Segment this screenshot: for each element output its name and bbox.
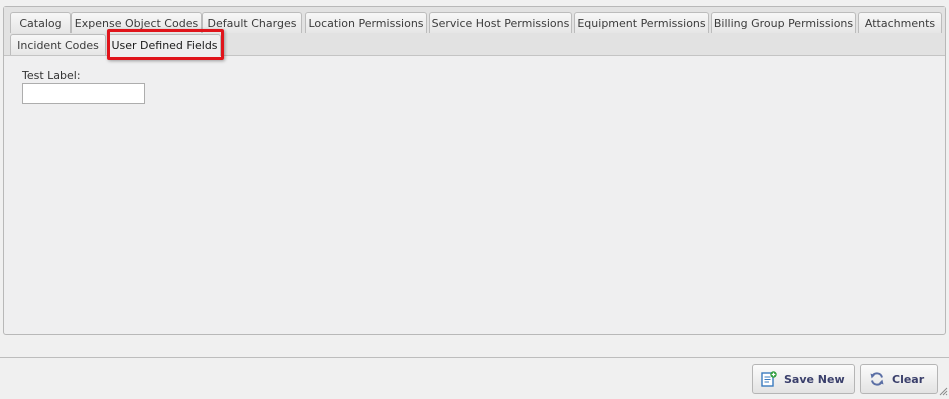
toolbar-divider xyxy=(0,357,949,358)
tab-catalog[interactable]: Catalog xyxy=(10,12,71,33)
document-add-icon xyxy=(761,371,777,387)
tab-billing-group-permissions[interactable]: Billing Group Permissions xyxy=(711,12,856,33)
resize-grip-icon[interactable] xyxy=(938,386,948,396)
tab-default-charges[interactable]: Default Charges xyxy=(202,12,302,33)
save-new-button[interactable]: Save New xyxy=(752,364,855,394)
details-panel: Catalog Expense Object Codes Default Cha… xyxy=(3,6,946,335)
tab-bar: Catalog Expense Object Codes Default Cha… xyxy=(4,7,945,56)
save-new-label: Save New xyxy=(784,372,845,386)
tab-attachments[interactable]: Attachments xyxy=(858,12,942,33)
test-label-input[interactable] xyxy=(22,83,145,104)
clear-button[interactable]: Clear xyxy=(860,364,938,394)
tab-expense-object-codes[interactable]: Expense Object Codes xyxy=(71,12,202,33)
refresh-icon xyxy=(869,371,885,387)
test-label: Test Label: xyxy=(22,69,81,82)
tab-user-defined-fields[interactable]: User Defined Fields xyxy=(108,34,221,56)
tab-location-permissions[interactable]: Location Permissions xyxy=(305,12,427,33)
tab-service-host-permissions[interactable]: Service Host Permissions xyxy=(429,12,572,33)
tab-incident-codes[interactable]: Incident Codes xyxy=(10,34,106,55)
tab-equipment-permissions[interactable]: Equipment Permissions xyxy=(574,12,709,33)
clear-label: Clear xyxy=(892,372,925,386)
